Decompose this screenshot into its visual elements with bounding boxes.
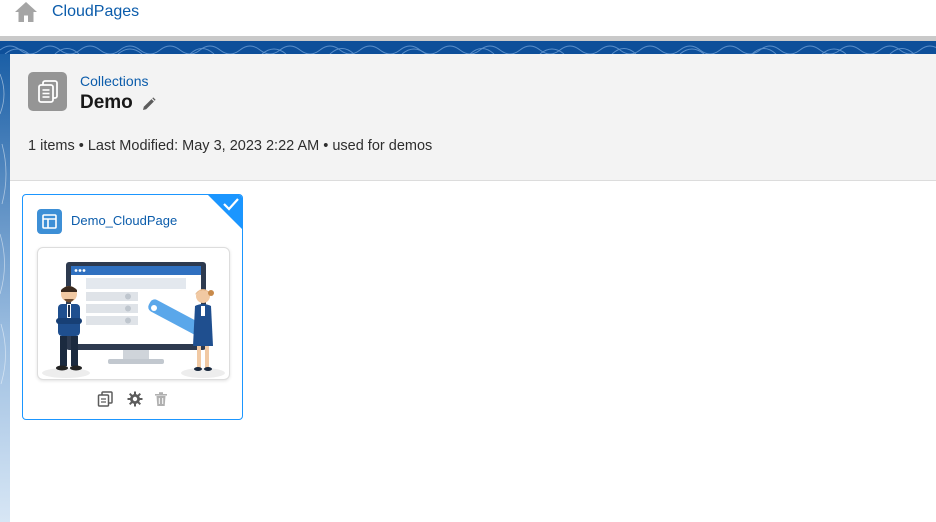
gear-icon[interactable] (127, 391, 145, 409)
page-title: Demo (80, 92, 133, 113)
check-icon[interactable] (208, 195, 242, 229)
collection-icon (28, 72, 67, 111)
home-icon[interactable] (14, 1, 38, 23)
cloudpage-card[interactable]: Demo_CloudPage (22, 194, 243, 420)
breadcrumb-collections[interactable]: Collections (80, 73, 148, 89)
top-app-bar: CloudPages (0, 0, 936, 36)
collection-meta: 1 items • Last Modified: May 3, 2023 2:2… (28, 138, 433, 154)
decorative-side-strip (0, 54, 10, 522)
collection-header: Collections Demo 1 items • Last Modified… (10, 54, 936, 181)
copy-icon[interactable] (97, 391, 115, 409)
pencil-icon[interactable] (141, 97, 156, 117)
cloudpage-thumbnail[interactable] (37, 247, 230, 380)
trash-icon[interactable] (153, 391, 171, 409)
decorative-banner (0, 41, 936, 54)
card-title[interactable]: Demo_CloudPage (71, 213, 177, 228)
cloudpage-icon (37, 209, 62, 234)
app-title[interactable]: CloudPages (52, 3, 139, 21)
card-actions (97, 391, 177, 409)
